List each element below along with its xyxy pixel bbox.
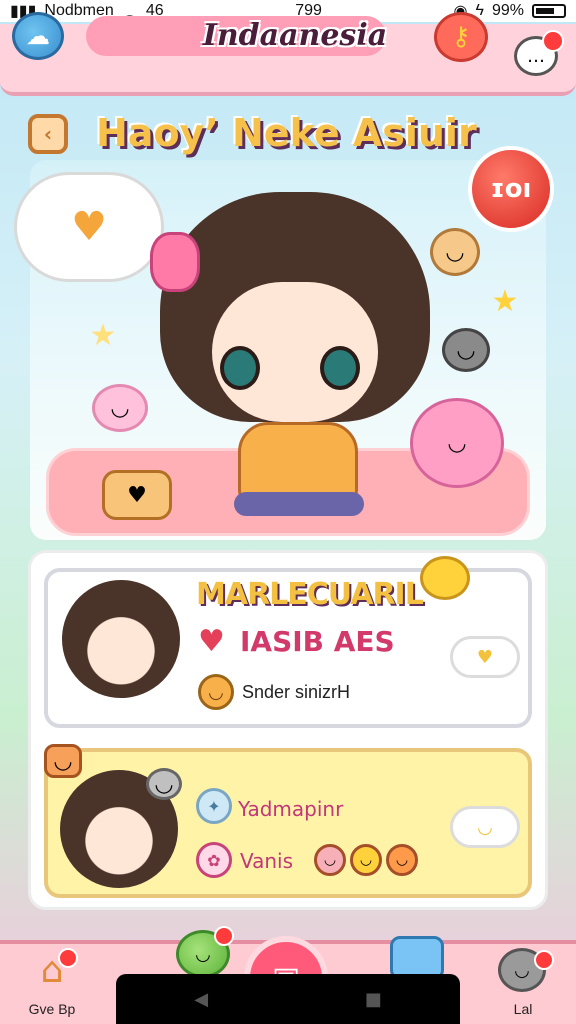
- battery-percent: 99%: [491, 2, 524, 19]
- hero-title: Haoy’ Neke Asiuir: [96, 111, 477, 155]
- character-bow: [150, 232, 200, 292]
- card-line-2: Vanis: [240, 849, 294, 873]
- face-pink-icon[interactable]: ◡: [314, 844, 346, 876]
- avatar: [62, 580, 180, 698]
- rock-icon: ◡: [442, 328, 490, 372]
- star-icon: ★: [491, 283, 519, 319]
- notification-dot: [58, 948, 78, 968]
- pig-icon: ◡: [410, 398, 504, 488]
- card-subtitle: IASIB AES: [240, 625, 395, 658]
- sparkle-icon: ✦: [196, 788, 232, 824]
- face-yellow-icon[interactable]: ◡: [350, 844, 382, 876]
- character-figure[interactable]: [150, 192, 430, 522]
- cookie-icon: ◡: [430, 228, 480, 276]
- back-triangle-icon[interactable]: ◀: [194, 989, 208, 1010]
- badge-button[interactable]: ɪoı: [468, 146, 554, 232]
- badge-text: ɪoı: [490, 174, 532, 204]
- cloud-icon: ♥: [450, 636, 520, 678]
- cloud-icon: ◡: [450, 806, 520, 848]
- notification-dot: [214, 926, 234, 946]
- home-square-icon[interactable]: ■: [365, 989, 382, 1010]
- smile-icon: ◡: [198, 674, 234, 710]
- face-orange-icon[interactable]: ◡: [386, 844, 418, 876]
- character-eye-left: [220, 346, 260, 390]
- chat-icon: …: [527, 45, 545, 67]
- battery-icon: [532, 4, 566, 18]
- mascot-icon[interactable]: ☁: [12, 12, 64, 60]
- heart-icon: ♥: [198, 624, 225, 659]
- notification-dot: [534, 950, 554, 970]
- key-button[interactable]: ⚷: [434, 12, 488, 62]
- nav-label-right: Lal: [513, 1001, 533, 1017]
- cloud-speech-icon: ♥: [14, 172, 164, 282]
- system-nav-bar: ◀ ■: [116, 974, 460, 1024]
- bento-icon: ♥: [102, 470, 172, 520]
- character-skirt: [234, 492, 364, 516]
- notification-dot: [542, 30, 564, 52]
- bear-icon: ◡: [92, 384, 148, 432]
- cookie-small-icon: ◡: [44, 744, 82, 778]
- character-eye-right: [320, 346, 360, 390]
- header-title: Indaanesia: [202, 18, 388, 53]
- card-title: MARLECUARIL: [196, 577, 424, 612]
- back-button[interactable]: ‹: [28, 114, 68, 154]
- card-meta: Snder sinizrH: [242, 682, 351, 702]
- cloud-gray-icon: ◡: [146, 768, 182, 800]
- nav-label-home: Gve Bp: [28, 1001, 76, 1017]
- flower-icon: ✿: [196, 842, 232, 878]
- star-small-icon: ★: [89, 317, 117, 353]
- banana-icon: [420, 556, 470, 600]
- card-line-1: Yadmapinr: [238, 797, 344, 821]
- key-icon: ⚷: [451, 22, 471, 52]
- chevron-left-icon: ‹: [43, 122, 53, 146]
